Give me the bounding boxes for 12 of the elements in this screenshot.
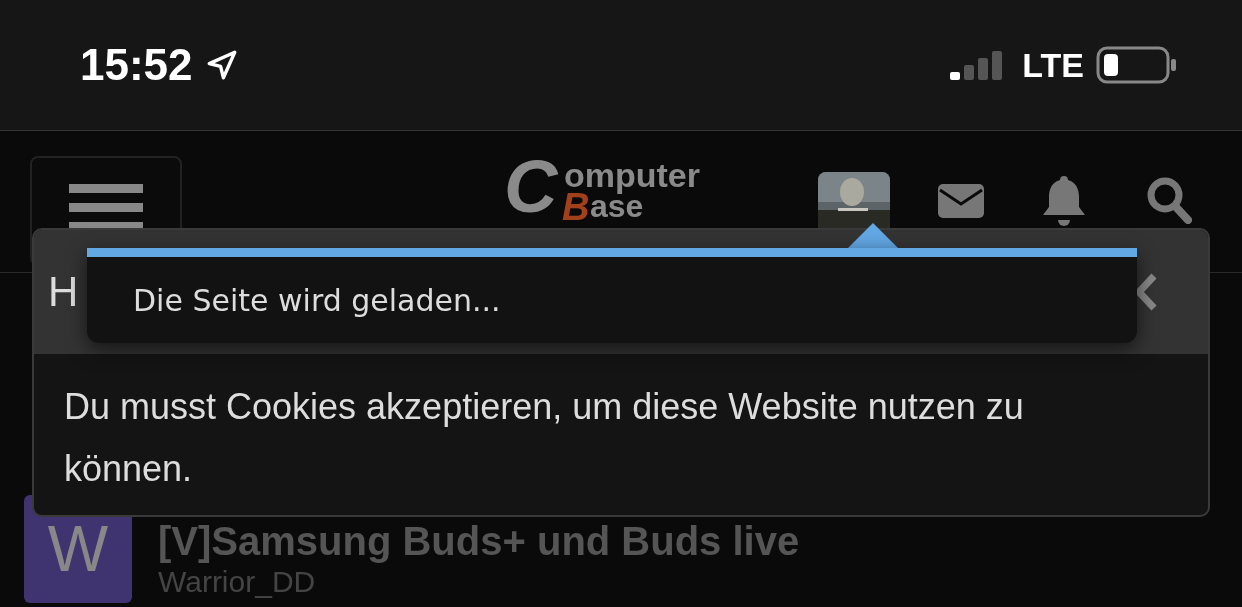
thread-title[interactable]: [V]Samsung Buds+ und Buds live (158, 521, 800, 561)
clock-time: 15:52 (80, 40, 193, 90)
dialog-title: H (48, 271, 79, 313)
dialog-message: Du musst Cookies akzeptieren, um diese Website nutzen zu können. (63, 385, 1025, 491)
logo-letter: C (504, 150, 558, 224)
search-icon[interactable] (1146, 176, 1192, 224)
chevron-icon[interactable] (1134, 272, 1158, 312)
loading-message: Die Seite wird geladen... (133, 282, 501, 318)
thread-author: Warrior_DD (158, 567, 317, 597)
mail-icon[interactable] (938, 184, 984, 218)
network-label: LTE (1022, 45, 1084, 85)
battery-icon (1096, 46, 1178, 84)
